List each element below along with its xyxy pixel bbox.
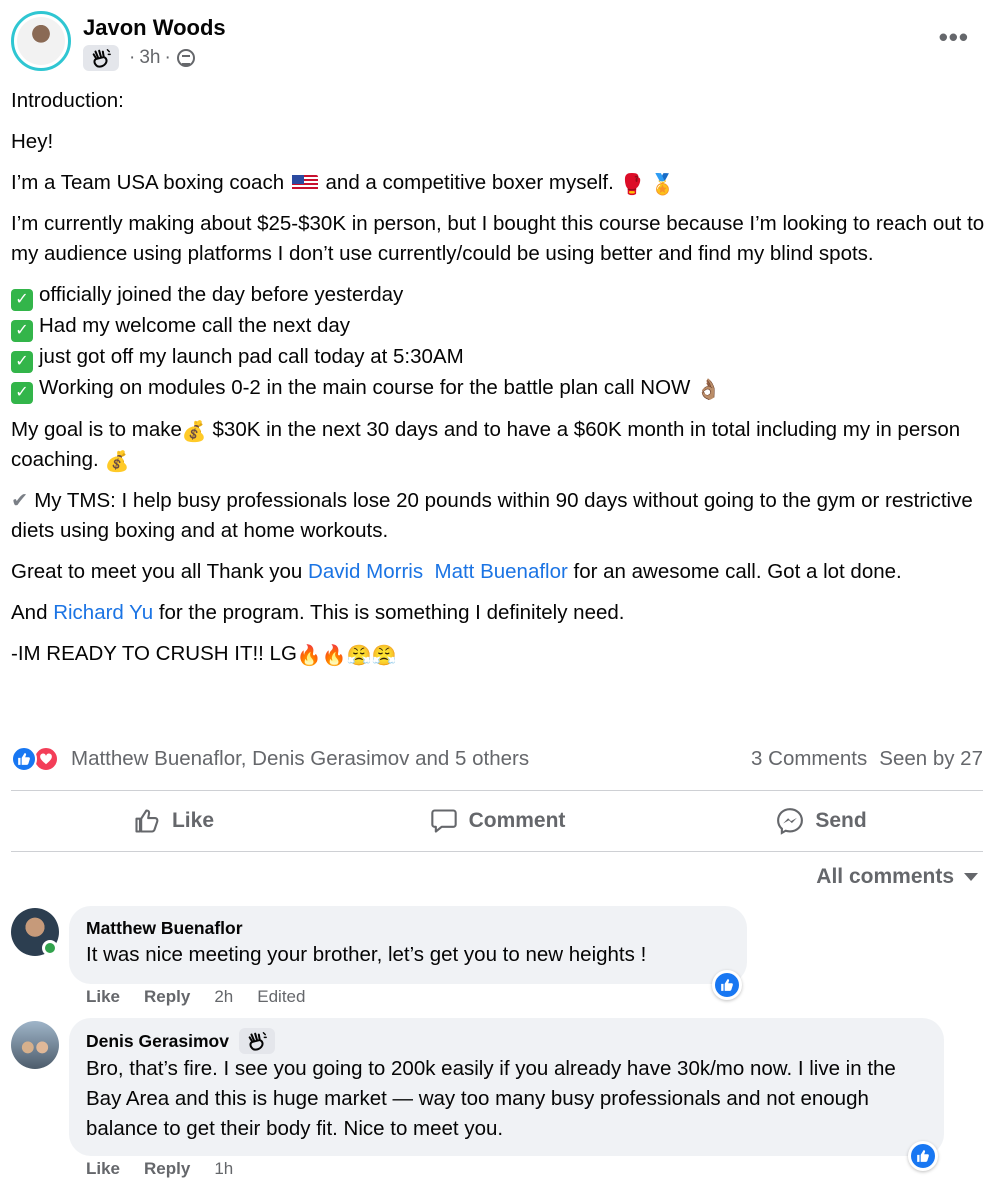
check-item: ✓ just got off my launch pad call today a… (11, 342, 986, 373)
money-bag-icon: 💰 (181, 421, 207, 443)
post-header: Javon Woods · 3h · ••• (11, 11, 981, 73)
comment-actions: Like Reply 2h Edited (86, 987, 305, 1007)
author-avatar[interactable] (11, 11, 71, 71)
fire-icon: 🔥 (296, 645, 322, 667)
check-item: ✓ Had my welcome call the next day (11, 311, 986, 342)
us-flag-icon (291, 175, 318, 191)
like-reaction-icon[interactable] (11, 746, 37, 772)
post-current-income: I’m currently making about $25-$30K in p… (11, 212, 985, 265)
comment-bubble: Matthew Buenaflor It was nice meeting yo… (69, 906, 747, 984)
comment-like-link[interactable]: Like (86, 1159, 120, 1179)
comment-text: Bro, that’s fire. I see you going to 200… (86, 1057, 896, 1140)
comment-bubble: Denis Gerasimov Bro, that’s fire. I see … (69, 1018, 944, 1156)
comment-time[interactable]: 1h (214, 1159, 233, 1179)
post-meta: · 3h · (83, 45, 195, 71)
post-program: And Richard Yu for the program. This is … (11, 601, 625, 624)
money-bag-icon: 💰 (104, 451, 130, 473)
speech-bubble-icon (429, 807, 459, 835)
thumbs-up-icon (132, 807, 162, 835)
comments-filter-dropdown[interactable]: All comments (816, 865, 978, 889)
heavy-check-icon: ✔ (11, 489, 29, 512)
comment-edited: Edited (257, 987, 306, 1006)
steam-face-icon: 😤 (346, 645, 372, 667)
check-item: ✓ Working on modules 0-2 in the main cour… (11, 373, 986, 404)
reactions-bar: Matthew Buenaflor, Denis Gerasimov and 5… (11, 742, 983, 776)
post-intro: Introduction: (11, 89, 124, 112)
mention-richard-yu[interactable]: Richard Yu (53, 601, 153, 624)
divider (11, 851, 983, 852)
waving-hand-badge-icon (83, 45, 119, 71)
comment-like-reaction-icon[interactable] (712, 970, 742, 1000)
comment-text: It was nice meeting your brother, let’s … (86, 943, 647, 966)
like-button[interactable]: Like (11, 792, 335, 850)
post-time[interactable]: 3h (139, 47, 160, 69)
audience-globe-icon[interactable] (176, 49, 195, 67)
steam-face-icon: 😤 (371, 645, 397, 667)
medal-icon: 🏅 (650, 174, 676, 196)
commenter-avatar[interactable] (11, 1021, 59, 1069)
check-mark-icon: ✓ (11, 289, 33, 311)
author-name[interactable]: Javon Woods (83, 15, 226, 41)
more-options-button[interactable]: ••• (939, 24, 969, 50)
comment-author[interactable]: Denis Gerasimov (86, 1028, 927, 1054)
post-thanks: Great to meet you all Thank you David Mo… (11, 560, 902, 583)
comment-like-link[interactable]: Like (86, 987, 120, 1007)
reaction-names[interactable]: Matthew Buenaflor, Denis Gerasimov and 5… (71, 747, 529, 771)
comment-like-reaction-icon[interactable] (908, 1141, 938, 1171)
post-tms: ✔ My TMS: I help busy professionals lose … (11, 489, 973, 542)
send-button[interactable]: Send (659, 792, 983, 850)
comments-count[interactable]: 3 Comments (751, 747, 867, 771)
waving-hand-badge-icon (238, 1028, 275, 1054)
comment-button[interactable]: Comment (335, 792, 659, 850)
comment-reply-link[interactable]: Reply (144, 1159, 190, 1179)
post-actions: Like Comment Send (11, 792, 983, 850)
check-mark-icon: ✓ (11, 351, 33, 373)
ok-hand-icon: 👌🏽 (696, 379, 721, 401)
caret-down-icon (964, 873, 978, 881)
messenger-icon (775, 807, 805, 835)
check-mark-icon: ✓ (11, 382, 33, 404)
post-greeting: Hey! (11, 130, 54, 153)
post-coach-line: I’m a Team USA boxing coach and a compet… (11, 171, 676, 196)
fire-icon: 🔥 (321, 645, 347, 667)
comment-reply-link[interactable]: Reply (144, 987, 190, 1007)
boxing-glove-icon: 🥊 (619, 174, 645, 196)
post-body: Introduction: Hey! I’m a Team USA boxing… (11, 86, 986, 680)
check-item: ✓ officially joined the day before yester… (11, 280, 986, 311)
comment-time[interactable]: 2h (214, 987, 233, 1007)
mention-david-morris[interactable]: David Morris (308, 560, 423, 583)
divider (11, 790, 983, 791)
comment-author[interactable]: Matthew Buenaflor (86, 916, 730, 940)
online-status-indicator (42, 940, 58, 956)
check-mark-icon: ✓ (11, 320, 33, 342)
post-ready: -IM READY TO CRUSH IT!! LG🔥🔥😤😤 (11, 642, 397, 667)
comment-actions: Like Reply 1h (86, 1159, 233, 1179)
post-goal: My goal is to make💰 $30K in the next 30 … (11, 418, 961, 473)
mention-matt-buenaflor[interactable]: Matt Buenaflor (435, 560, 568, 583)
seen-by-count[interactable]: Seen by 27 (879, 747, 983, 771)
